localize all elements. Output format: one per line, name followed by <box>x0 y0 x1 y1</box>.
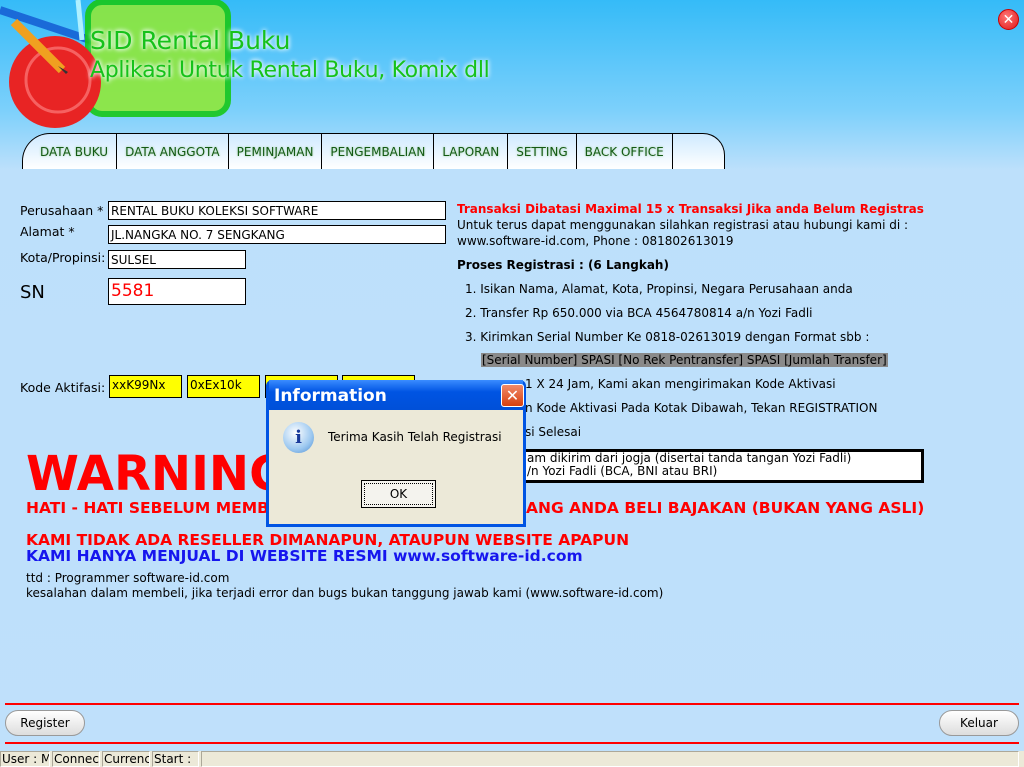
tab-back-office[interactable]: BACK OFFICE <box>577 134 673 169</box>
perusahaan-input[interactable]: RENTAL BUKU KOLEKSI SOFTWARE <box>108 201 446 220</box>
perusahaan-label: Perusahaan * <box>20 203 104 218</box>
status-start: Start : <box>152 751 199 767</box>
divider-top <box>5 703 1019 705</box>
step-1: 1. Isikan Nama, Alamat, Kota, Propinsi, … <box>465 282 853 296</box>
sn-label: SN <box>20 282 45 303</box>
signature-text: ttd : Programmer software-id.com <box>26 571 230 585</box>
warning-line-3: KAMI HANYA MENJUAL DI WEBSITE RESMI www.… <box>26 547 583 565</box>
step-3: 3. Kirimkan Serial Number Ke 0818-026130… <box>465 330 870 344</box>
status-extra <box>201 751 1019 767</box>
step-5: n Kode Aktivasi Pada Kotak Dibawah, Teka… <box>525 401 878 415</box>
app-title: SID Rental Buku <box>90 26 291 55</box>
format-text: [Serial Number] SPASI [No Rek Pentransfe… <box>481 353 888 367</box>
step-2: 2. Transfer Rp 650.000 via BCA 456478081… <box>465 306 813 320</box>
information-dialog: Information ✕ i Terima Kasih Telah Regis… <box>266 380 526 527</box>
kota-input[interactable]: SULSEL <box>108 250 246 269</box>
step-6: si Selesai <box>525 425 582 439</box>
warning-title: WARNING <box>26 446 289 502</box>
tab-laporan[interactable]: LAPORAN <box>434 134 509 169</box>
disclaimer-text: kesalahan dalam membeli, jika terjadi er… <box>26 586 664 600</box>
kota-label: Kota/Propinsi: <box>20 250 106 265</box>
tab-peminjaman[interactable]: PEMINJAMAN <box>229 134 323 169</box>
note-line-2: /n Yozi Fadli (BCA, BNI atau BRI) <box>527 464 718 478</box>
warning-line-1-left: HATI - HATI SEBELUM MEMBE <box>26 499 280 517</box>
contact-line-2: www.software-id.com, Phone : 08180261301… <box>457 234 734 248</box>
main-tabs: DATA BUKU DATA ANGGOTA PEMINJAMAN PENGEM… <box>22 133 725 169</box>
dialog-close-icon[interactable]: ✕ <box>501 384 524 407</box>
kode-aktifasi-label: Kode Aktifasi: <box>20 380 106 395</box>
steps-title: Proses Registrasi : (6 Langkah) <box>457 258 669 272</box>
info-icon: i <box>283 422 314 453</box>
keluar-button[interactable]: Keluar <box>939 710 1019 736</box>
app-subtitle: Aplikasi Untuk Rental Buku, Komix dll <box>90 58 490 83</box>
tab-pengembalian[interactable]: PENGEMBALIAN <box>322 134 435 169</box>
dialog-message: Terima Kasih Telah Registrasi <box>328 430 502 444</box>
alamat-label: Alamat * <box>20 224 75 239</box>
status-connect: Connect <box>52 751 100 767</box>
limit-notice: Transaksi Dibatasi Maximal 15 x Transaks… <box>457 202 924 216</box>
kode-aktifasi-input-1[interactable]: xxK99Nx <box>109 375 182 398</box>
kode-aktifasi-input-2[interactable]: 0xEx10k <box>187 375 260 398</box>
status-bar: User : M Connect Currenc Start : <box>0 751 1024 767</box>
tab-setting[interactable]: SETTING <box>508 134 577 169</box>
status-currency: Currenc <box>102 751 150 767</box>
close-circle-icon[interactable]: ✕ <box>998 9 1019 30</box>
register-button[interactable]: Register <box>5 710 85 736</box>
warning-line-1-right: ANG ANDA BELI BAJAKAN (BUKAN YANG ASLI) <box>526 499 925 517</box>
dialog-title: Information <box>269 380 523 410</box>
ok-button[interactable]: OK <box>361 480 436 508</box>
tab-data-anggota[interactable]: DATA ANGGOTA <box>117 134 229 169</box>
contact-line-1: Untuk terus dapat menggunakan silahkan r… <box>457 218 909 232</box>
status-user: User : M <box>0 751 50 767</box>
tab-data-buku[interactable]: DATA BUKU <box>23 134 118 169</box>
alamat-input[interactable]: JL.NANGKA NO. 7 SENGKANG <box>108 225 446 244</box>
ok-label: OK <box>364 483 433 505</box>
sn-input[interactable]: 5581 <box>108 278 246 305</box>
divider-bottom <box>5 742 1019 744</box>
step-4: 1 X 24 Jam, Kami akan mengirimakan Kode … <box>525 377 836 391</box>
